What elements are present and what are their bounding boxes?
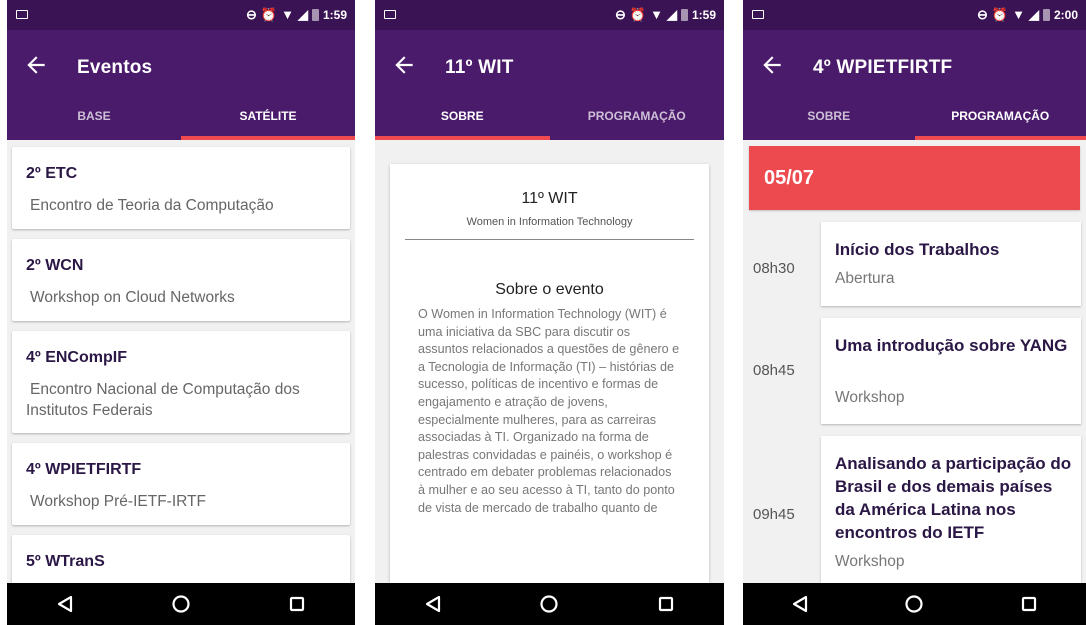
status-bar: ⊖ ⏰ ▼ ◢ 2:00 [743, 0, 1086, 30]
alarm-icon: ⏰ [629, 7, 647, 22]
triangle-back-icon[interactable] [45, 589, 85, 619]
signal-icon: ◢ [1028, 7, 1039, 22]
alarm-icon: ⏰ [991, 7, 1009, 22]
square-recents-icon[interactable] [646, 589, 686, 619]
about-heading: Sobre o evento [495, 281, 604, 298]
page-title: 11º WIT [445, 57, 514, 78]
session-card[interactable]: Uma introdução sobre YANG Workshop [821, 318, 1081, 424]
status-time: 2:00 [1053, 8, 1078, 22]
status-time: 1:59 [691, 8, 716, 22]
session-type: Workshop [835, 553, 905, 570]
session-card[interactable]: Início dos Trabalhos Abertura [821, 222, 1081, 306]
tab-sobre[interactable]: SOBRE [375, 92, 550, 140]
notification-icon [752, 10, 764, 19]
session-time: 09h45 [753, 506, 795, 523]
square-recents-icon[interactable] [1009, 589, 1049, 619]
date-header: 05/07 [749, 146, 1080, 210]
about-body: O Women in Information Technology (WIT) … [418, 307, 680, 515]
square-recents-icon[interactable] [277, 589, 317, 619]
event-card[interactable]: 4º ENCompIF Encontro Nacional de Computa… [12, 331, 350, 433]
schedule-list: 05/07 08h30 Início dos Trabalhos Abertur… [743, 140, 1086, 583]
phone-event-about: ⊖ ⏰ ▼ ◢ 1:59 11º WIT SOBRE PROGRAMAÇÃO 1… [375, 0, 724, 625]
tab-sobre[interactable]: SOBRE [743, 92, 915, 140]
tab-base[interactable]: BASE [7, 92, 181, 140]
dnd-icon: ⊖ [977, 7, 988, 22]
notification-icon [384, 10, 396, 19]
tab-satelite[interactable]: SATÉLITE [181, 92, 355, 140]
arrow-left-icon[interactable] [759, 52, 785, 78]
app-bar: 11º WIT SOBRE PROGRAMAÇÃO [375, 30, 724, 140]
status-time: 1:59 [322, 8, 347, 22]
circle-home-icon[interactable] [161, 589, 201, 619]
battery-icon [311, 9, 319, 21]
system-nav-bar [743, 583, 1086, 625]
event-description: Encontro Nacional de Computação dos Inst… [26, 381, 300, 419]
system-nav-bar [375, 583, 724, 625]
session-card[interactable]: Analisando a participação do Brasil e do… [821, 436, 1081, 583]
event-name: 2º WCN [26, 257, 84, 274]
about-content: 11º WIT Women in Information Technology … [375, 140, 724, 583]
tab-bar: SOBRE PROGRAMAÇÃO [375, 92, 724, 140]
app-bar: 4º WPIETFIRTF SOBRE PROGRAMAÇÃO [743, 30, 1086, 140]
triangle-back-icon[interactable] [413, 589, 453, 619]
dnd-icon: ⊖ [615, 7, 626, 22]
dnd-icon: ⊖ [246, 7, 257, 22]
events-list: 2º ETC Encontro de Teoria da Computação … [7, 140, 355, 583]
triangle-back-icon[interactable] [780, 589, 820, 619]
notification-icon [16, 10, 28, 19]
event-name: 4º WPIETFIRTF [26, 461, 142, 478]
battery-icon [1042, 9, 1050, 21]
battery-icon [680, 9, 688, 21]
session-title: Uma introdução sobre YANG [835, 336, 1068, 355]
arrow-left-icon[interactable] [23, 52, 49, 78]
event-name: 2º ETC [26, 165, 78, 182]
event-card[interactable]: 2º WCN Workshop on Cloud Networks [12, 239, 350, 321]
tab-bar: BASE SATÉLITE [7, 92, 355, 140]
arrow-left-icon[interactable] [391, 52, 417, 78]
session-title: Analisando a participação do Brasil e do… [835, 454, 1072, 542]
event-name: 5º WTranS [26, 553, 105, 570]
page-title: Eventos [77, 57, 153, 78]
wifi-icon: ▼ [650, 7, 663, 22]
alarm-icon: ⏰ [260, 7, 278, 22]
session-time: 08h30 [753, 260, 795, 277]
tab-programacao[interactable]: PROGRAMAÇÃO [914, 92, 1086, 140]
wifi-icon: ▼ [1012, 7, 1025, 22]
event-name: 4º ENCompIF [26, 349, 127, 366]
tab-bar: SOBRE PROGRAMAÇÃO [743, 92, 1086, 140]
signal-icon: ◢ [297, 7, 308, 22]
system-nav-bar [7, 583, 355, 625]
circle-home-icon[interactable] [529, 589, 569, 619]
status-bar: ⊖ ⏰ ▼ ◢ 1:59 [7, 0, 355, 30]
divider [405, 239, 694, 240]
event-description: Workshop Pré-IETF-IRTF [30, 493, 206, 510]
event-card[interactable]: 4º WPIETFIRTF Workshop Pré-IETF-IRTF [12, 443, 350, 525]
event-title: 11º WIT [521, 190, 578, 207]
session-type: Workshop [835, 389, 905, 406]
phone-events-list: ⊖ ⏰ ▼ ◢ 1:59 Eventos BASE SATÉLITE 2º ET… [7, 0, 355, 625]
circle-home-icon[interactable] [894, 589, 934, 619]
app-bar: Eventos BASE SATÉLITE [7, 30, 355, 140]
wifi-icon: ▼ [281, 7, 294, 22]
event-card[interactable]: 2º ETC Encontro de Teoria da Computação [12, 147, 350, 229]
session-title: Início dos Trabalhos [835, 240, 1000, 259]
about-card: 11º WIT Women in Information Technology … [390, 164, 709, 583]
phone-event-schedule: ⊖ ⏰ ▼ ◢ 2:00 4º WPIETFIRTF SOBRE PROGRAM… [743, 0, 1086, 625]
signal-icon: ◢ [666, 7, 677, 22]
tab-programacao[interactable]: PROGRAMAÇÃO [550, 92, 725, 140]
page-title: 4º WPIETFIRTF [813, 57, 953, 78]
event-description: Encontro de Teoria da Computação [30, 197, 274, 214]
event-description: Workshop on Cloud Networks [30, 289, 235, 306]
event-subtitle: Women in Information Technology [466, 216, 633, 228]
status-bar: ⊖ ⏰ ▼ ◢ 1:59 [375, 0, 724, 30]
event-card[interactable]: 5º WTranS [12, 535, 350, 583]
session-type: Abertura [835, 270, 895, 287]
session-time: 08h45 [753, 362, 795, 379]
